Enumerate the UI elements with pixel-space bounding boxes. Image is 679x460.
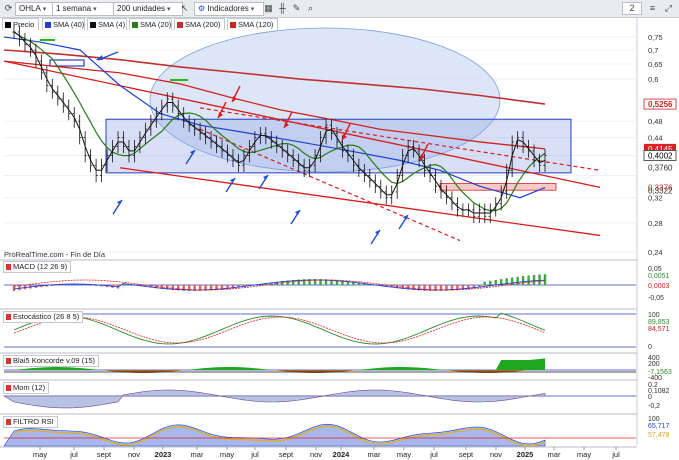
macd-bar — [494, 279, 497, 285]
price-tick-label: 0,48 — [648, 117, 663, 126]
x-tick-label: mar — [548, 450, 561, 459]
macd-bar — [489, 280, 492, 285]
rsi-area — [3, 423, 546, 447]
chart-canvas: 0,750,70,650,60,480,440,320,280,240,5256… — [0, 18, 679, 460]
x-tick-label: nov — [128, 450, 140, 459]
price-tick-label: 0,75 — [648, 33, 663, 42]
macd-bar — [89, 285, 92, 286]
price-tick-label: 0,28 — [648, 219, 663, 228]
x-tick-label: 2023 — [155, 450, 172, 459]
price-tick-label: 0,7 — [648, 46, 658, 55]
blai5-title: Blai5 Koncorde v.09 (15) — [3, 355, 99, 367]
panel-tick-label: 89,853 — [648, 319, 670, 326]
price-tick-label: 0,65 — [648, 60, 663, 69]
macd-bar — [521, 276, 525, 285]
x-tick-label: may — [220, 450, 234, 459]
stoch-title: Estocástico (26 8 5) — [3, 311, 84, 323]
x-tick-label: jul — [250, 450, 259, 459]
stoch-k-line — [13, 312, 546, 345]
x-tick-label: nov — [490, 450, 502, 459]
rsi-title: FILTRO RSI — [3, 416, 58, 428]
price-tag-label: 0,3760 — [648, 163, 673, 172]
macd-title: MACD (12 26 9) — [3, 261, 72, 273]
mom-title-text: Mom (12) — [13, 383, 46, 392]
zone-rectangle — [105, 118, 572, 174]
macd-bar — [543, 274, 547, 285]
x-tick-label: mar — [368, 450, 381, 459]
panel-tick-label: 0,0051 — [648, 273, 670, 280]
x-tick-label: jul — [69, 450, 78, 459]
stoch-swatch — [6, 313, 11, 320]
macd-bar — [56, 285, 59, 286]
macd-bar — [532, 274, 536, 285]
macd-bar — [527, 275, 530, 285]
panel-tick-label: 100 — [648, 312, 660, 319]
panel-tick-label: 100 — [648, 416, 660, 423]
x-tick-label: may — [33, 450, 47, 459]
x-tick-label: may — [397, 450, 411, 459]
panel-tick-label: -0,2 — [648, 403, 660, 410]
panel-tick-label: 200 — [648, 361, 660, 368]
panel-tick-label: 0,05 — [648, 266, 662, 273]
data-credit: ProRealTime.com - Fin de Día — [4, 250, 106, 259]
x-tick-label: sept — [459, 450, 474, 459]
stoch-title-text: Estocástico (26 8 5) — [13, 312, 80, 321]
x-tick-label: jul — [429, 450, 438, 459]
x-tick-label: jul — [611, 450, 620, 459]
chart-app: ⟳ OHLA ▾ 1 semana ▾ 200 unidades ▾ ↖ ⚙ Indi… — [0, 0, 679, 460]
macd-title-text: MACD (12 26 9) — [13, 262, 68, 271]
panel-tick-label: 0 — [648, 344, 652, 351]
macd-swatch — [6, 263, 11, 270]
price-tag-label: 0,4002 — [648, 152, 673, 161]
panel-tick-label: 0,0003 — [648, 283, 670, 290]
x-tick-label: sept — [97, 450, 112, 459]
panel-tick-label: -0,05 — [648, 295, 664, 302]
rsi-swatch — [6, 418, 11, 425]
mom-title: Mom (12) — [3, 382, 50, 394]
panel-tick-label: 84,571 — [648, 326, 670, 333]
x-tick-label: 2025 — [517, 450, 534, 459]
x-tick-label: sept — [279, 450, 294, 459]
price-tick-label: 0,24 — [648, 248, 663, 257]
x-tick-label: 2024 — [333, 450, 351, 459]
blai5-brown-area — [4, 370, 545, 373]
mom-area — [2, 389, 546, 409]
x-tick-label: nov — [310, 450, 322, 459]
panel-tick-label: 57,478 — [648, 432, 670, 439]
x-tick-label: may — [577, 450, 591, 459]
blai5-title-text: Blai5 Koncorde v.09 (15) — [13, 356, 95, 365]
price-tag-label: 0,3322 — [648, 187, 673, 196]
price-tag-label: 0,5256 — [648, 100, 673, 109]
x-tick-label: mar — [191, 450, 204, 459]
blai5-swatch — [6, 357, 11, 364]
panel-tick-label: 65,717 — [648, 423, 670, 430]
panel-tick-label: 0 — [648, 394, 652, 401]
panel-tick-label: -400 — [648, 375, 662, 382]
price-tick-label: 0,44 — [648, 134, 663, 143]
mom-swatch — [6, 384, 11, 391]
rsi-title-text: FILTRO RSI — [13, 417, 54, 426]
macd-bar — [483, 281, 486, 285]
macd-bar — [538, 274, 541, 285]
price-tick-label: 0,6 — [648, 75, 658, 84]
